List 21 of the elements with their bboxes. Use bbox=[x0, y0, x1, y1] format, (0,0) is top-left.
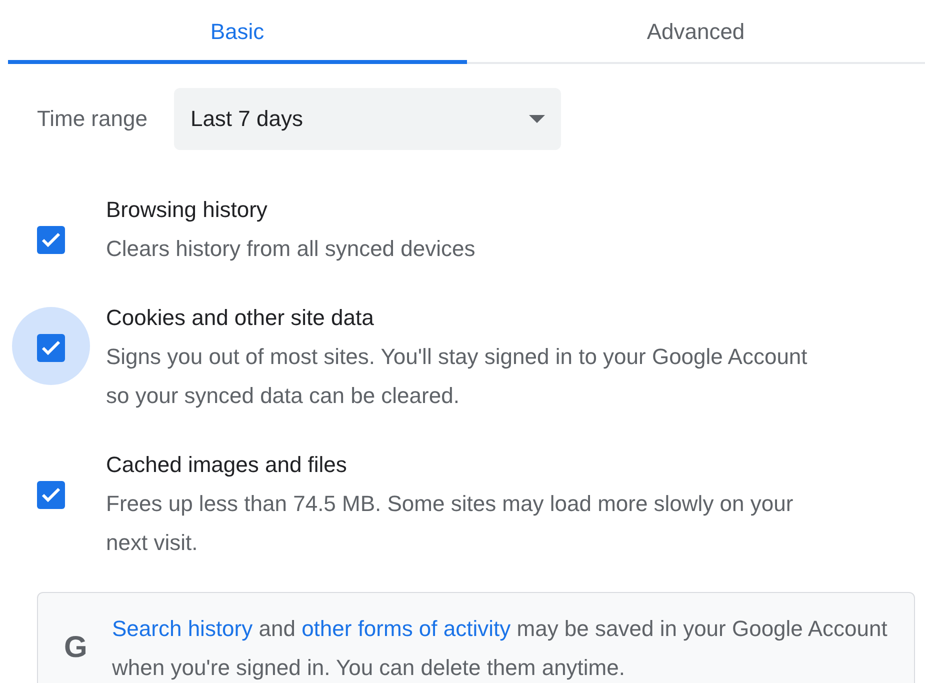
checkmark-icon bbox=[41, 232, 61, 248]
time-range-label: Time range bbox=[37, 106, 148, 132]
option-title: Cookies and other site data bbox=[106, 304, 375, 332]
checkmark-icon bbox=[41, 487, 61, 503]
option-description: Signs you out of most sites. You'll stay signed in to your Google Account so your synced data can be cleared. bbox=[106, 343, 808, 410]
google-icon: G bbox=[64, 631, 94, 665]
tab[interactable]: Basic bbox=[8, 0, 466, 64]
option-description: Clears history from all synced devices bbox=[106, 235, 476, 263]
notice-link[interactable]: other forms of activity bbox=[302, 616, 511, 641]
option-title: Browsing history bbox=[106, 196, 268, 224]
checkbox[interactable] bbox=[37, 481, 65, 509]
option-title: Cached images and files bbox=[106, 451, 348, 479]
notice-text: Search history and other forms of activity may be saved in your Google Account when you're signed in. You can delete them anytime. bbox=[112, 615, 888, 682]
checkbox[interactable] bbox=[37, 226, 65, 254]
checkmark-icon bbox=[41, 340, 61, 356]
caret-icon bbox=[529, 115, 546, 123]
time-range-dropdown[interactable]: Last 7 days bbox=[174, 88, 562, 150]
checkbox[interactable] bbox=[37, 334, 65, 362]
option-description: Frees up less than 74.5 MB. Some sites may load more slowly on your next visit. bbox=[106, 490, 794, 557]
notice-link[interactable]: Search history bbox=[112, 616, 253, 641]
tab[interactable]: Advanced bbox=[466, 0, 925, 64]
